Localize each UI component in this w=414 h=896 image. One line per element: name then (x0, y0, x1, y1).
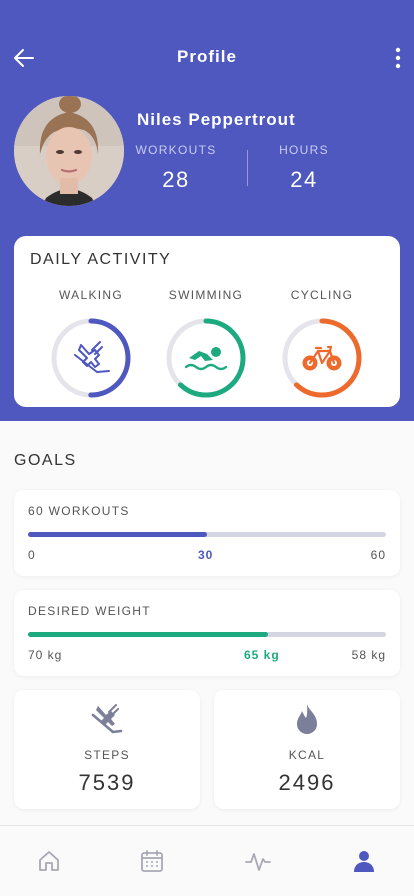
stat-divider (247, 150, 248, 186)
tab-home[interactable] (29, 846, 69, 876)
activity-label: SWIMMING (168, 288, 244, 302)
stat-value: 24 (290, 167, 318, 192)
goal-label: 60 WORKOUTS (28, 504, 130, 518)
stat-label: WORKOUTS (135, 143, 217, 157)
tab-profile[interactable] (344, 846, 384, 876)
kcal-label: KCAL (288, 748, 326, 762)
user-name: Niles Peppertrout (137, 110, 296, 129)
daily-activity-title: DAILY ACTIVITY (30, 251, 172, 268)
activity-label: CYCLING (290, 288, 354, 302)
avatar-photo (14, 96, 124, 206)
walking-shoe-icon (74, 341, 110, 373)
more-menu-button[interactable] (386, 42, 410, 74)
activity-cycling[interactable]: CYCLING (272, 288, 372, 399)
goals-title: GOALS (14, 452, 77, 469)
goal-label: DESIRED WEIGHT (28, 604, 151, 618)
tab-calendar[interactable] (132, 846, 172, 876)
top-bar: Profile (0, 38, 414, 78)
calendar-icon (141, 850, 163, 872)
tick-current: 65 kg (244, 648, 280, 662)
progress-ring (50, 317, 132, 399)
flame-icon (297, 704, 317, 734)
kcal-value: 2496 (278, 770, 336, 795)
kcal-card[interactable]: KCAL 2496 (214, 690, 400, 809)
tick-min: 70 kg (28, 648, 63, 662)
bottom-tab-bar (0, 825, 414, 896)
progress-ring (281, 317, 363, 399)
avatar[interactable] (14, 96, 124, 206)
page-title: Profile (177, 47, 237, 66)
progress-bar-fill (28, 632, 268, 637)
goal-card-weight[interactable]: DESIRED WEIGHT 70 kg 65 kg 58 kg (14, 590, 400, 676)
activity-swimming[interactable]: SWIMMING (156, 288, 256, 399)
stat-label: HOURS (279, 143, 329, 157)
steps-value: 7539 (78, 770, 136, 795)
activity-walking[interactable]: WALKING (41, 288, 141, 399)
swimmer-icon (184, 347, 228, 371)
progress-ring (165, 317, 247, 399)
bicycle-icon (302, 345, 342, 371)
user-icon (354, 851, 374, 872)
activity-label: WALKING (59, 288, 123, 302)
steps-label: STEPS (84, 748, 130, 762)
progress-bar-fill (28, 532, 207, 537)
more-vertical-icon (395, 47, 401, 69)
shoe-icon (91, 704, 123, 734)
stat-value: 28 (162, 167, 190, 192)
daily-activity-card: DAILY ACTIVITY WALKING SWIMMING CYCLING (14, 236, 400, 407)
tick-max: 58 kg (351, 648, 386, 662)
tick-current: 30 (198, 548, 214, 562)
tab-activity[interactable] (238, 846, 278, 876)
tick-max: 60 (370, 548, 386, 562)
steps-card[interactable]: STEPS 7539 (14, 690, 200, 809)
goal-card-workouts[interactable]: 60 WORKOUTS 0 30 60 (14, 490, 400, 576)
stat-hours: HOURS 24 (259, 143, 349, 193)
home-icon (39, 851, 59, 871)
activity-icon (245, 853, 271, 871)
tick-min: 0 (28, 548, 36, 562)
stat-workouts: WORKOUTS 28 (131, 143, 221, 193)
progress-bar-track (28, 632, 386, 637)
progress-bar-track (28, 532, 386, 537)
